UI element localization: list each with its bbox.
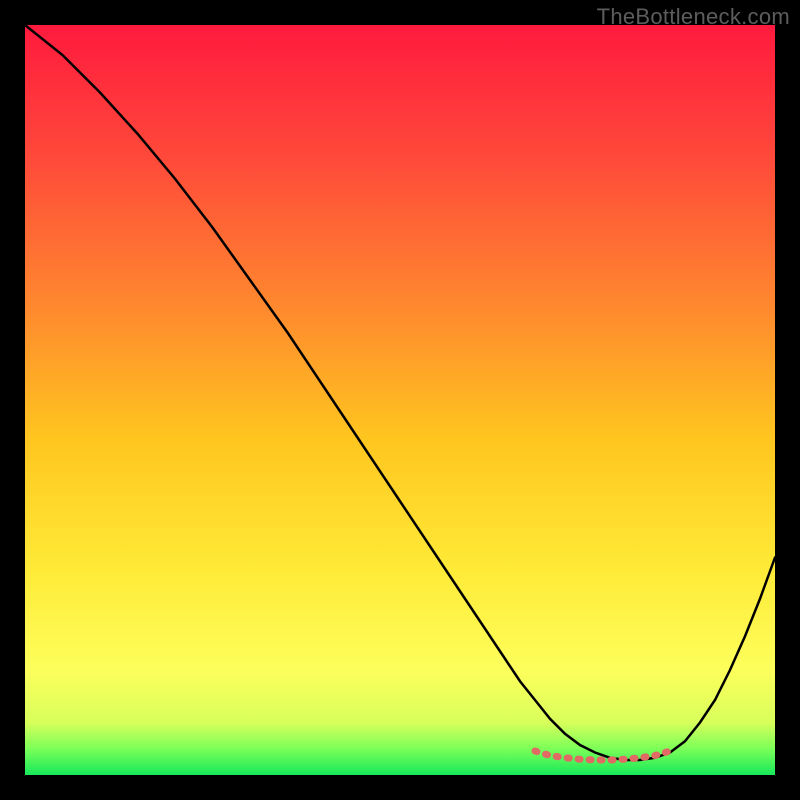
chart-frame: TheBottleneck.com bbox=[0, 0, 800, 800]
gradient-background bbox=[25, 25, 775, 775]
bottleneck-chart bbox=[25, 25, 775, 775]
watermark-label: TheBottleneck.com bbox=[597, 4, 790, 30]
